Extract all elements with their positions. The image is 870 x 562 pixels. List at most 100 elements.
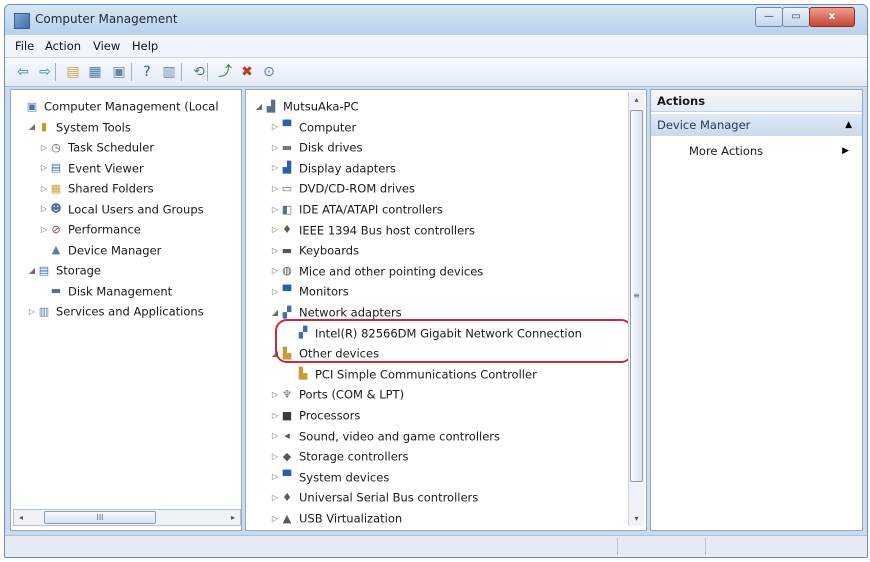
scroll-thumb[interactable]: ≡: [630, 110, 643, 482]
maximize-button[interactable]: ▭: [782, 7, 810, 27]
tree-item[interactable]: ▷ ▦ Shared Folders: [39, 178, 154, 198]
scroll-grip-icon: ≡: [633, 291, 640, 300]
actions-section-device-manager[interactable]: Device Manager ▲: [651, 114, 862, 136]
tree-item[interactable]: ▷ ♦ Universal Serial Bus controllers: [270, 487, 478, 507]
help-icon[interactable]: ?: [137, 62, 157, 82]
sound-icon: ◂: [284, 429, 290, 443]
expand-arrow-icon[interactable]: ▷: [270, 406, 280, 426]
expand-arrow-icon[interactable]: ▷: [27, 302, 37, 322]
expand-arrow-icon[interactable]: ▷: [39, 199, 49, 219]
expand-arrow-icon[interactable]: ▷: [39, 179, 49, 199]
expand-arrow-icon[interactable]: ▷: [270, 138, 280, 158]
tree-item[interactable]: ▷ ▀ Monitors: [270, 281, 349, 301]
tree-item[interactable]: ▷ ▭ DVD/CD-ROM drives: [270, 178, 415, 198]
tree-item[interactable]: ▷ ☻ Local Users and Groups: [39, 199, 204, 219]
tree-item[interactable]: ▷ ■ Processors: [270, 405, 360, 425]
tree-item-label: Shared Folders: [68, 181, 154, 196]
collapse-arrow-icon[interactable]: ◢: [27, 117, 37, 137]
menu-view[interactable]: View: [93, 39, 120, 53]
tree-item[interactable]: ▬ Disk Management: [39, 281, 172, 301]
scroll-down-arrow-icon[interactable]: ▾: [629, 511, 644, 526]
display-adapters-icon: ▟: [282, 161, 292, 175]
menu-file[interactable]: File: [15, 39, 34, 53]
usb-icon: ♦: [282, 490, 292, 504]
tree-item[interactable]: ▷ ▀ System devices: [270, 467, 389, 487]
expand-arrow-icon[interactable]: ▷: [270, 509, 280, 529]
properties-icon[interactable]: ▥: [159, 62, 179, 82]
tree-item-label: Local Users and Groups: [68, 202, 204, 216]
disk-management-icon: ▬: [50, 284, 62, 297]
tree-item[interactable]: ▷ ▲ USB Virtualization: [270, 508, 402, 528]
expand-arrow-icon[interactable]: ▷: [39, 220, 49, 240]
tree-item[interactable]: ▷ ♆ Ports (COM & LPT): [270, 384, 404, 404]
tree-item[interactable]: ▷ ▬ Disk drives: [270, 137, 363, 158]
expand-arrow-icon[interactable]: ▷: [270, 179, 280, 199]
expand-arrow-icon[interactable]: ▷: [270, 426, 280, 446]
keyboard-icon: ▬: [281, 243, 293, 257]
disable-device-icon[interactable]: ⊙: [259, 62, 279, 82]
tree-item[interactable]: ▷ ◂ Sound, video and game controllers: [270, 426, 500, 446]
minimize-button[interactable]: —: [755, 7, 783, 27]
tree-item[interactable]: ▷ ⊘ Performance: [39, 219, 141, 239]
tree-item[interactable]: ▷ ♦ IEEE 1394 Bus host controllers: [270, 220, 475, 240]
scroll-right-arrow-icon[interactable]: ▸: [226, 510, 240, 525]
tree-item[interactable]: ▣ Computer Management (Local: [15, 96, 219, 116]
tree-item[interactable]: ▷ ▬ Keyboards: [270, 240, 359, 260]
collapse-arrow-icon[interactable]: ◢: [27, 261, 37, 281]
expand-arrow-icon[interactable]: ▷: [270, 261, 280, 281]
menu-help[interactable]: Help: [132, 39, 158, 53]
expand-arrow-icon[interactable]: ▷: [270, 117, 280, 137]
up-folder-icon[interactable]: ▤: [63, 62, 83, 82]
tree-item[interactable]: ◢ ▟ MutsuAka-PC: [254, 96, 359, 116]
tree-item[interactable]: ▷ ◍ Mice and other pointing devices: [270, 261, 483, 281]
tree-item[interactable]: ▷ ▟ Display adapters: [270, 158, 396, 178]
vertical-scrollbar[interactable]: ▴ ≡ ▾: [628, 92, 644, 526]
tree-item[interactable]: ▷ ▥ Services and Applications: [27, 301, 204, 321]
collapse-arrow-icon[interactable]: ◢: [254, 97, 264, 117]
scan-hardware-icon[interactable]: ⟲: [189, 62, 209, 82]
mouse-icon: ◍: [282, 264, 292, 278]
forward-icon[interactable]: ⇨: [35, 62, 55, 82]
expand-arrow-icon[interactable]: ▷: [270, 467, 280, 487]
refresh-icon[interactable]: ▣: [109, 62, 129, 82]
tree-item-label: MutsuAka-PC: [283, 99, 359, 114]
expand-arrow-icon[interactable]: ▷: [39, 138, 49, 158]
scroll-up-arrow-icon[interactable]: ▴: [629, 92, 644, 107]
update-driver-icon[interactable]: ⤴: [215, 62, 235, 82]
menu-action[interactable]: Action: [45, 39, 81, 53]
tree-item[interactable]: ▷ ▀ Computer: [270, 117, 356, 137]
expand-arrow-icon[interactable]: ▷: [270, 488, 280, 508]
scroll-thumb[interactable]: III: [44, 511, 156, 524]
more-actions-item[interactable]: More Actions ▶: [689, 140, 849, 162]
expand-arrow-icon[interactable]: ▷: [270, 282, 280, 302]
tree-item[interactable]: ▷ ◆ Storage controllers: [270, 446, 409, 466]
tree-item[interactable]: ▙ PCI Simple Communications Controller: [286, 364, 537, 384]
tree-item[interactable]: ◢ ▮ System Tools: [27, 117, 131, 137]
expand-arrow-icon[interactable]: ▷: [270, 220, 280, 240]
expand-arrow-icon[interactable]: ▷: [270, 200, 280, 220]
title-bar[interactable]: Computer Management — ▭ x: [5, 5, 867, 35]
expand-arrow-icon[interactable]: ▷: [270, 447, 280, 467]
collapse-arrow-icon[interactable]: ▲: [845, 114, 852, 136]
storage-icon: ▤: [38, 263, 50, 277]
expand-arrow-icon[interactable]: ▷: [270, 158, 280, 178]
tree-item-label: Network adapters: [299, 305, 402, 320]
tree-item-label: Sound, video and game controllers: [299, 429, 501, 444]
show-hide-tree-icon[interactable]: ▦: [85, 62, 105, 82]
expand-arrow-icon[interactable]: ▷: [39, 158, 49, 178]
tree-item[interactable]: ◢ ▤ Storage: [27, 260, 101, 280]
tree-item[interactable]: ▷ ◷ Task Scheduler: [39, 137, 154, 157]
expand-arrow-icon[interactable]: ▷: [270, 241, 280, 261]
close-button[interactable]: x: [809, 7, 855, 27]
horizontal-scrollbar[interactable]: ◂ III ▸: [13, 509, 241, 526]
services-applications-icon: ▥: [38, 304, 50, 318]
tree-item[interactable]: ▷ ◧ IDE ATA/ATAPI controllers: [270, 199, 443, 219]
expand-arrow-icon[interactable]: ▷: [270, 385, 280, 405]
scroll-left-arrow-icon[interactable]: ◂: [14, 510, 28, 525]
back-icon[interactable]: ⇦: [13, 62, 33, 82]
actions-pane: Actions Device Manager ▲ More Actions ▶: [650, 89, 863, 531]
collapse-arrow-icon[interactable]: ◢: [270, 303, 280, 323]
uninstall-icon[interactable]: ✖: [237, 62, 257, 82]
tree-item[interactable]: ▷ ▤ Event Viewer: [39, 158, 144, 178]
tree-item[interactable]: ▲ Device Manager: [39, 240, 162, 260]
